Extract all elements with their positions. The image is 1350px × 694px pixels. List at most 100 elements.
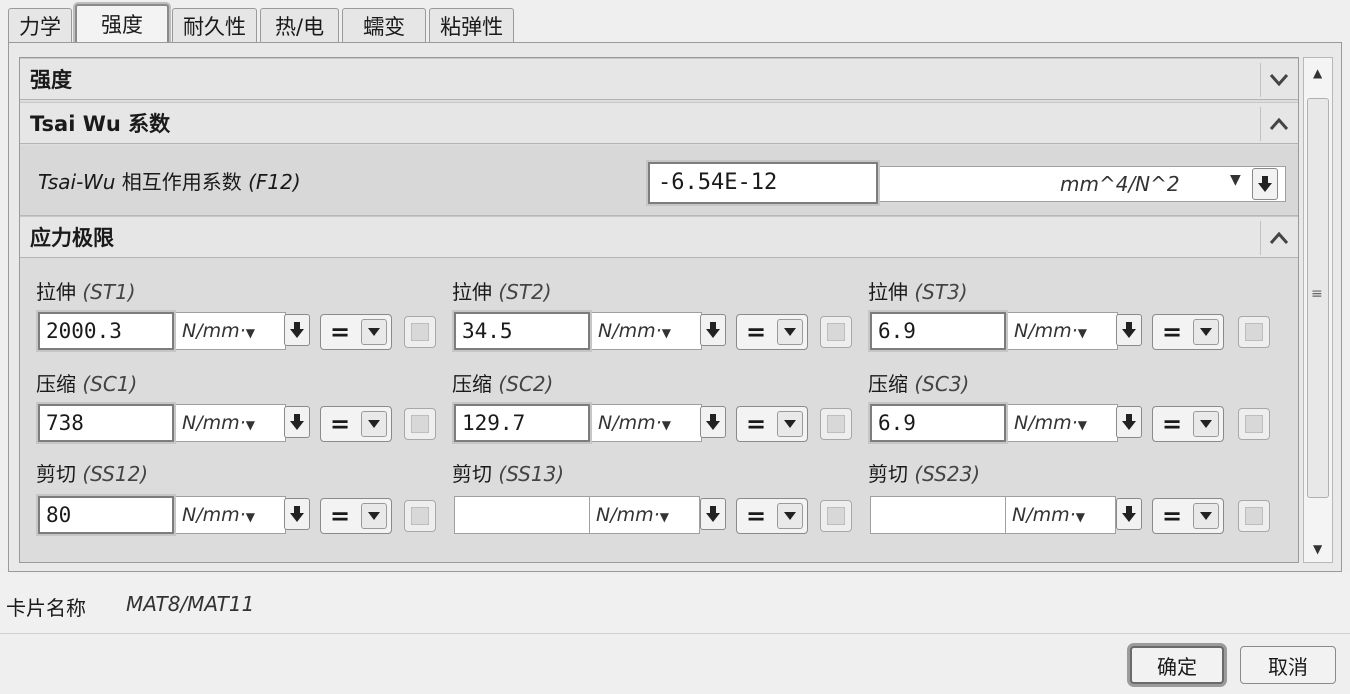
section-title-strength: 强度 xyxy=(30,68,72,92)
st1-label: 拉伸 (ST1) xyxy=(36,280,136,304)
sc3-label: 压缩 (SC3) xyxy=(868,372,970,396)
table-icon xyxy=(411,323,429,341)
section-header-tsai-wu[interactable]: Tsai Wu 系数 xyxy=(20,102,1298,144)
ss13-input[interactable] xyxy=(454,496,590,534)
ss13-operator-select[interactable]: = xyxy=(736,498,808,534)
st3-label: 拉伸 (ST3) xyxy=(868,280,968,304)
sc2-operator-select[interactable]: = xyxy=(736,406,808,442)
sc3-arrow-down-icon[interactable] xyxy=(1116,406,1142,438)
ss12-arrow-down-icon[interactable] xyxy=(284,498,310,530)
sc2-unit-select[interactable]: N/mm·▼ xyxy=(592,404,702,442)
ss23-input[interactable] xyxy=(870,496,1006,534)
ss12-label: 剪切 (SS12) xyxy=(36,462,149,486)
caret-down-icon[interactable]: ▼ xyxy=(1230,172,1241,188)
table-icon xyxy=(827,507,845,525)
table-icon xyxy=(1245,415,1263,433)
dropdown-arrow-icon[interactable] xyxy=(361,319,387,345)
collapse-chevron-icon[interactable] xyxy=(1260,63,1296,97)
ss13-table-button[interactable] xyxy=(820,500,852,532)
sc3-input[interactable]: 6.9 xyxy=(870,404,1006,442)
ss23-unit-select[interactable]: N/mm·▼ xyxy=(1006,496,1116,534)
st3-input[interactable]: 6.9 xyxy=(870,312,1006,350)
tab-durability[interactable]: 耐久性 xyxy=(172,8,257,42)
st2-label: 拉伸 (ST2) xyxy=(452,280,552,304)
table-icon xyxy=(411,507,429,525)
st1-arrow-down-icon[interactable] xyxy=(284,314,310,346)
f12-unit-select[interactable]: mm^4/N^2 xyxy=(1060,172,1180,196)
sc1-operator-select[interactable]: = xyxy=(320,406,392,442)
scroll-up-icon[interactable]: ▲ xyxy=(1313,66,1322,80)
expand-chevron-icon[interactable] xyxy=(1260,221,1296,255)
dropdown-arrow-icon[interactable] xyxy=(777,411,803,437)
f12-arrow-down-icon[interactable] xyxy=(1252,168,1278,200)
tab-mechanics[interactable]: 力学 xyxy=(8,8,72,42)
card-name-row: 卡片名称 MAT8/MAT11 xyxy=(0,574,1350,634)
section-header-strength[interactable]: 强度 xyxy=(20,58,1298,100)
cancel-button[interactable]: 取消 xyxy=(1240,646,1336,684)
tab-bar: 力学 强度 耐久性 热/电 蠕变 粘弹性 xyxy=(8,4,517,42)
st1-operator-select[interactable]: = xyxy=(320,314,392,350)
sc3-table-button[interactable] xyxy=(1238,408,1270,440)
ss12-table-button[interactable] xyxy=(404,500,436,532)
st2-unit-select[interactable]: N/mm·▼ xyxy=(592,312,702,350)
ok-button[interactable]: 确定 xyxy=(1130,646,1224,684)
tab-strength[interactable]: 强度 xyxy=(75,4,169,42)
ss13-label: 剪切 (SS13) xyxy=(452,462,565,486)
card-name-value: MAT8/MAT11 xyxy=(126,592,255,616)
ss23-label: 剪切 (SS23) xyxy=(868,462,981,486)
ss12-operator-select[interactable]: = xyxy=(320,498,392,534)
vertical-scrollbar[interactable]: ▲ ≡ ▼ xyxy=(1303,57,1333,563)
sc3-unit-select[interactable]: N/mm·▼ xyxy=(1008,404,1118,442)
st1-input[interactable]: 2000.3 xyxy=(38,312,174,350)
table-icon xyxy=(827,323,845,341)
sc2-table-button[interactable] xyxy=(820,408,852,440)
f12-label: Tsai-Wu 相互作用系数 (F12) xyxy=(38,170,301,194)
ss23-operator-select[interactable]: = xyxy=(1152,498,1224,534)
dropdown-arrow-icon[interactable] xyxy=(361,411,387,437)
st1-table-button[interactable] xyxy=(404,316,436,348)
dropdown-arrow-icon[interactable] xyxy=(777,319,803,345)
st3-table-button[interactable] xyxy=(1238,316,1270,348)
dropdown-arrow-icon[interactable] xyxy=(361,503,387,529)
st2-operator-select[interactable]: = xyxy=(736,314,808,350)
sc1-input[interactable]: 738 xyxy=(38,404,174,442)
ss23-arrow-down-icon[interactable] xyxy=(1116,498,1142,530)
st3-unit-select[interactable]: N/mm·▼ xyxy=(1008,312,1118,350)
ss13-arrow-down-icon[interactable] xyxy=(700,498,726,530)
section-title-tsai-wu: Tsai Wu 系数 xyxy=(30,112,171,136)
sc3-operator-select[interactable]: = xyxy=(1152,406,1224,442)
ss12-input[interactable]: 80 xyxy=(38,496,174,534)
ss13-unit-select[interactable]: N/mm·▼ xyxy=(590,496,700,534)
f12-input[interactable]: -6.54E-12 xyxy=(648,162,878,204)
st2-table-button[interactable] xyxy=(820,316,852,348)
scroll-down-icon[interactable]: ▼ xyxy=(1313,542,1322,556)
dropdown-arrow-icon[interactable] xyxy=(1193,503,1219,529)
dropdown-arrow-icon[interactable] xyxy=(1193,411,1219,437)
sc1-table-button[interactable] xyxy=(404,408,436,440)
st2-input[interactable]: 34.5 xyxy=(454,312,590,350)
sc2-arrow-down-icon[interactable] xyxy=(700,406,726,438)
st3-arrow-down-icon[interactable] xyxy=(1116,314,1142,346)
sc2-input[interactable]: 129.7 xyxy=(454,404,590,442)
ss23-table-button[interactable] xyxy=(1238,500,1270,532)
ss12-unit-select[interactable]: N/mm·▼ xyxy=(176,496,286,534)
st1-unit-select[interactable]: N/mm·▼ xyxy=(176,312,286,350)
content-area: 强度 Tsai Wu 系数 Tsai-Wu 相互作用系数 (F12) -6.54… xyxy=(19,57,1299,563)
sc1-arrow-down-icon[interactable] xyxy=(284,406,310,438)
sc1-unit-select[interactable]: N/mm·▼ xyxy=(176,404,286,442)
dropdown-arrow-icon[interactable] xyxy=(777,503,803,529)
st2-arrow-down-icon[interactable] xyxy=(700,314,726,346)
table-icon xyxy=(1245,507,1263,525)
tab-viscoelastic[interactable]: 粘弹性 xyxy=(429,8,515,42)
table-icon xyxy=(827,415,845,433)
tab-thermal-electric[interactable]: 热/电 xyxy=(260,8,340,42)
grip-icon: ≡ xyxy=(1311,286,1323,302)
table-icon xyxy=(411,415,429,433)
dropdown-arrow-icon[interactable] xyxy=(1193,319,1219,345)
card-name-label: 卡片名称 xyxy=(6,596,86,620)
expand-chevron-icon[interactable] xyxy=(1260,107,1296,141)
st3-operator-select[interactable]: = xyxy=(1152,314,1224,350)
section-header-stress-limits[interactable]: 应力极限 xyxy=(20,216,1298,258)
sc1-label: 压缩 (SC1) xyxy=(36,372,138,396)
tab-creep[interactable]: 蠕变 xyxy=(342,8,427,42)
